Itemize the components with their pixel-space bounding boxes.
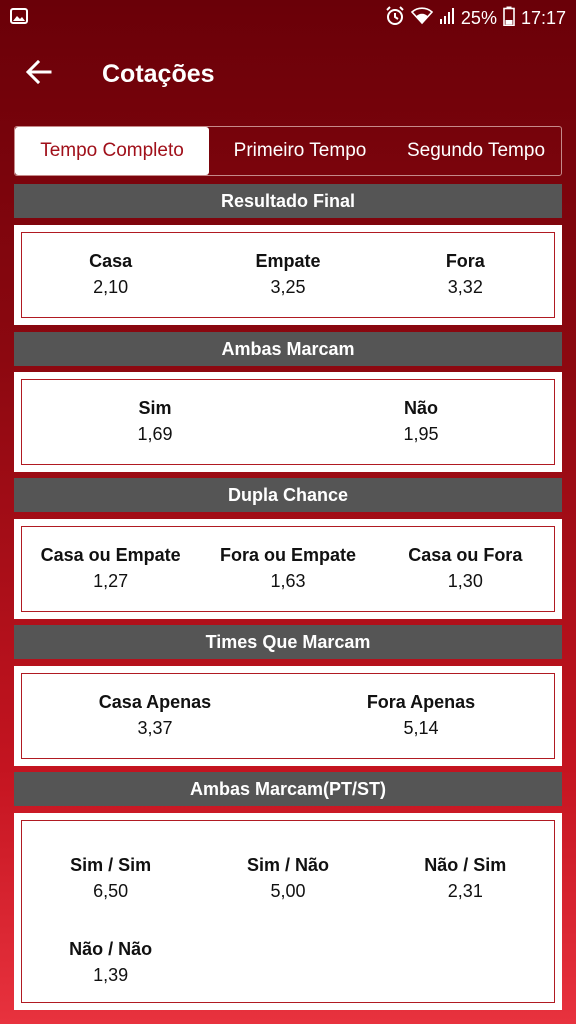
signal-icon [439, 7, 455, 30]
section-header-resultado-final: Resultado Final [14, 184, 562, 218]
odd-value: 1,39 [93, 965, 129, 985]
odd-value: 1,63 [270, 571, 306, 591]
tab-tempo-completo[interactable]: Tempo Completo [15, 127, 209, 175]
odd-value: 1,30 [447, 571, 483, 591]
odd-casa[interactable]: Casa 2,10 [22, 249, 199, 301]
odd-casa-apenas[interactable]: Casa Apenas 3,37 [22, 690, 288, 742]
odd-label: Não [403, 398, 438, 418]
status-bar: 25% 17:17 [0, 0, 576, 36]
odd-sim-nao[interactable]: Sim / Não 5,00 [199, 837, 376, 921]
odd-label: Fora ou Empate [219, 545, 356, 565]
odd-value: 6,50 [93, 881, 129, 901]
odd-casa-ou-empate[interactable]: Casa ou Empate 1,27 [22, 543, 199, 595]
odd-value: 3,32 [447, 277, 483, 297]
odd-label: Casa [89, 251, 133, 271]
arrow-left-icon [25, 59, 52, 89]
odd-label: Não / Não [69, 939, 153, 959]
card-dupla-chance: Casa ou Empate 1,27 Fora ou Empate 1,63 … [14, 519, 562, 619]
odd-fora-apenas[interactable]: Fora Apenas 5,14 [288, 690, 554, 742]
odd-casa-ou-fora[interactable]: Casa ou Fora 1,30 [377, 543, 554, 595]
odd-fora[interactable]: Fora 3,32 [377, 249, 554, 301]
odd-label: Não / Sim [424, 855, 507, 875]
section-header-ambas-marcam-pt-st: Ambas Marcam(PT/ST) [14, 772, 562, 806]
odd-value: 1,69 [137, 424, 173, 444]
odd-label: Sim / Não [246, 855, 329, 875]
gallery-notification-icon [10, 7, 28, 29]
section-header-dupla-chance: Dupla Chance [14, 478, 562, 512]
odd-nao-nao[interactable]: Não / Não 1,39 [22, 921, 199, 1005]
card-ambas-marcam: Sim 1,69 Não 1,95 [14, 372, 562, 472]
section-header-times-que-marcam: Times Que Marcam [14, 625, 562, 659]
odd-label: Casa Apenas [98, 692, 212, 712]
odd-nao[interactable]: Não 1,95 [288, 396, 554, 448]
page-title: Cotações [102, 59, 215, 88]
period-tabs: Tempo Completo Primeiro Tempo Segundo Te… [14, 126, 562, 176]
odd-empate[interactable]: Empate 3,25 [199, 249, 376, 301]
odd-label: Fora [445, 251, 485, 271]
odd-label: Sim [138, 398, 172, 418]
card-ambas-marcam-pt-st: Sim / Sim 6,50 Sim / Não 5,00 Não / Sim … [14, 813, 562, 1010]
odd-label: Fora Apenas [366, 692, 476, 712]
back-button[interactable] [4, 36, 74, 112]
wifi-icon [410, 6, 434, 30]
odd-value: 3,37 [137, 718, 173, 738]
odd-value: 5,00 [270, 881, 306, 901]
alarm-icon [385, 5, 405, 31]
odd-nao-sim[interactable]: Não / Sim 2,31 [377, 837, 554, 921]
odd-label: Casa ou Fora [408, 545, 523, 565]
odd-label: Empate [255, 251, 321, 271]
tab-primeiro-tempo[interactable]: Primeiro Tempo [209, 127, 391, 175]
card-times-que-marcam: Casa Apenas 3,37 Fora Apenas 5,14 [14, 666, 562, 766]
odd-label: Sim / Sim [70, 855, 152, 875]
odd-fora-ou-empate[interactable]: Fora ou Empate 1,63 [199, 543, 376, 595]
odd-sim-sim[interactable]: Sim / Sim 6,50 [22, 837, 199, 921]
battery-icon [503, 6, 515, 31]
odd-sim[interactable]: Sim 1,69 [22, 396, 288, 448]
odd-value: 2,31 [447, 881, 483, 901]
odd-value: 2,10 [93, 277, 129, 297]
section-header-ambas-marcam: Ambas Marcam [14, 332, 562, 366]
app-bar: Cotações [0, 36, 576, 112]
card-resultado-final: Casa 2,10 Empate 3,25 Fora 3,32 [14, 225, 562, 325]
clock: 17:17 [520, 7, 566, 28]
odd-value: 5,14 [403, 718, 439, 738]
odd-label: Casa ou Empate [40, 545, 181, 565]
tab-segundo-tempo[interactable]: Segundo Tempo [391, 127, 561, 175]
odd-value: 1,95 [403, 424, 439, 444]
odd-value: 1,27 [93, 571, 129, 591]
battery-percent: 25% [460, 7, 497, 28]
odd-value: 3,25 [270, 277, 306, 297]
